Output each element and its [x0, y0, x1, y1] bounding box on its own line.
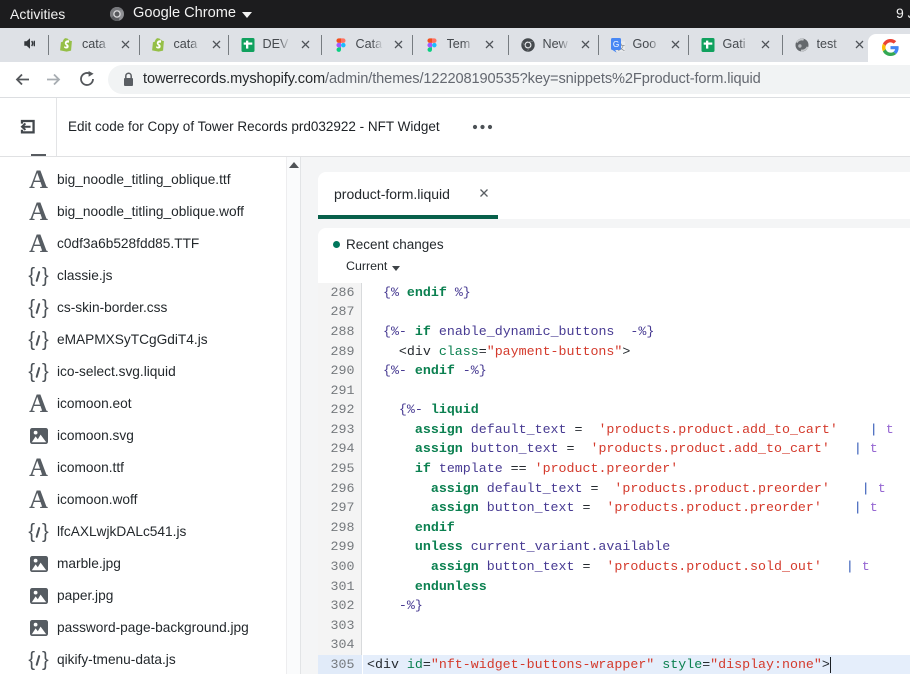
- svg-text:G: G: [612, 40, 618, 49]
